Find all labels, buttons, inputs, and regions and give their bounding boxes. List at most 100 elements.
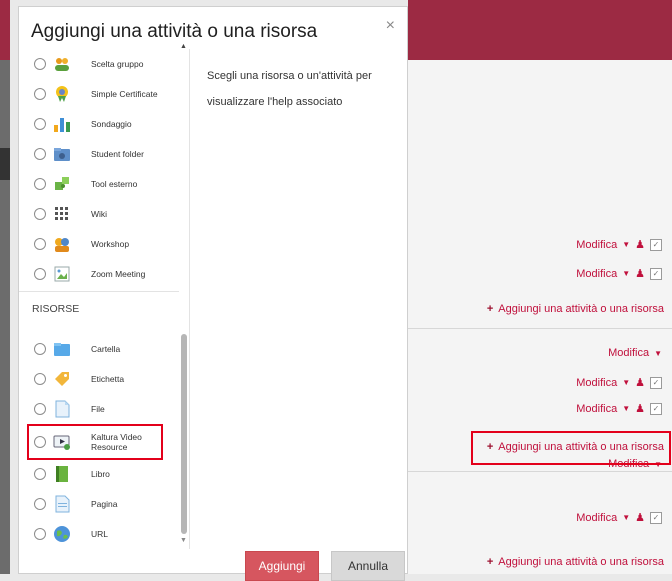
- activity-option[interactable]: Workshop: [19, 229, 179, 259]
- radio-button[interactable]: [34, 58, 46, 70]
- modal-title: Aggiungi una attività o una risorsa: [31, 21, 318, 42]
- caret-down-icon[interactable]: ▼: [622, 240, 630, 249]
- radio-button[interactable]: [34, 343, 46, 355]
- student-folder-icon: [54, 148, 70, 161]
- person-icon[interactable]: ♟: [635, 402, 645, 415]
- section-divider: [408, 328, 672, 329]
- plus-icon: +: [486, 303, 494, 315]
- radio-button[interactable]: [34, 238, 46, 250]
- radio-button[interactable]: [34, 373, 46, 385]
- activity-list: Scelta gruppo Simple Certificate Sondagg…: [19, 49, 189, 549]
- resource-option[interactable]: Cartella: [19, 334, 179, 364]
- person-icon[interactable]: ♟: [635, 511, 645, 524]
- add-activity-link[interactable]: + Aggiungi una attività o una risorsa: [487, 303, 664, 315]
- plus-icon: +: [486, 556, 494, 568]
- activity-label: Wiki: [91, 209, 108, 219]
- add-activity-label: Aggiungi una attività o una risorsa: [498, 303, 664, 315]
- activity-edit-row: Modifica ▼ ♟ ✓: [576, 267, 662, 280]
- page-icon: [55, 495, 70, 513]
- group-choice-icon: [55, 58, 69, 71]
- activity-option[interactable]: Zoom Meeting: [19, 259, 179, 289]
- modifica-menu[interactable]: Modifica: [576, 268, 617, 280]
- activity-edit-row: Modifica ▼ ♟ ✓: [576, 402, 662, 415]
- radio-button[interactable]: [34, 88, 46, 100]
- activity-option[interactable]: Sondaggio: [19, 109, 179, 139]
- section-heading-risorse: RISORSE: [32, 303, 80, 315]
- folder-icon: [54, 343, 70, 356]
- list-scrollbar[interactable]: ▲ ▼: [179, 43, 188, 544]
- caret-down-icon[interactable]: ▼: [622, 269, 630, 278]
- activity-label: Zoom Meeting: [91, 269, 146, 279]
- activity-option[interactable]: Scelta gruppo: [19, 49, 179, 79]
- help-text: Scegli una risorsa o un'attività per vis…: [207, 70, 372, 108]
- file-icon: [55, 400, 70, 418]
- activity-chooser-modal: Aggiungi una attività o una risorsa × Sc…: [18, 6, 408, 581]
- puzzle-icon: [55, 177, 69, 190]
- add-button[interactable]: Aggiungi: [245, 551, 319, 581]
- checkbox-icon[interactable]: ✓: [650, 402, 662, 415]
- activity-label: Sondaggio: [91, 119, 132, 129]
- radio-button[interactable]: [34, 528, 46, 540]
- checkbox-icon[interactable]: ✓: [650, 238, 662, 251]
- modifica-menu[interactable]: Modifica: [576, 239, 617, 251]
- checkbox-icon[interactable]: ✓: [650, 376, 662, 389]
- activity-option[interactable]: Tool esterno: [19, 169, 179, 199]
- scroll-down-arrow-icon[interactable]: ▼: [180, 537, 187, 544]
- radio-button[interactable]: [34, 118, 46, 130]
- resource-option[interactable]: File: [19, 394, 179, 424]
- radio-button[interactable]: [34, 268, 46, 280]
- caret-down-icon[interactable]: ▼: [622, 378, 630, 387]
- activity-label: Workshop: [91, 239, 130, 249]
- checkbox-icon[interactable]: ✓: [650, 511, 662, 524]
- section-edit-row: Modifica ▼: [608, 347, 662, 359]
- radio-button[interactable]: [34, 498, 46, 510]
- add-activity-label: Aggiungi una attività o una risorsa: [498, 556, 664, 568]
- course-section-panel: [408, 60, 672, 574]
- left-dark-block: [0, 148, 10, 180]
- workshop-icon: [55, 238, 69, 252]
- activity-label: Student folder: [91, 149, 144, 159]
- scroll-up-arrow-icon[interactable]: ▲: [180, 43, 187, 50]
- cancel-button[interactable]: Annulla: [331, 551, 405, 581]
- modifica-menu[interactable]: Modifica: [576, 512, 617, 524]
- resource-option[interactable]: Etichetta: [19, 364, 179, 394]
- caret-down-icon[interactable]: ▼: [622, 404, 630, 413]
- section-divider: [19, 291, 179, 292]
- resource-option[interactable]: Libro: [19, 459, 179, 489]
- broken-image-icon: [54, 266, 70, 282]
- radio-button[interactable]: [34, 148, 46, 160]
- resource-label: File: [91, 404, 105, 414]
- checkbox-icon[interactable]: ✓: [650, 267, 662, 280]
- resource-option[interactable]: Pagina: [19, 489, 179, 519]
- radio-button[interactable]: [34, 403, 46, 415]
- activity-option[interactable]: Wiki: [19, 199, 179, 229]
- activity-option[interactable]: Simple Certificate: [19, 79, 179, 109]
- close-icon[interactable]: ×: [386, 17, 395, 35]
- radio-button[interactable]: [34, 208, 46, 220]
- activity-label: Tool esterno: [91, 179, 138, 189]
- activity-edit-row: Modifica ▼ ♟ ✓: [576, 511, 662, 524]
- resource-label: Cartella: [91, 344, 121, 354]
- resource-label: Libro: [91, 469, 110, 479]
- resource-label: URL: [91, 529, 109, 539]
- modifica-menu[interactable]: Modifica: [576, 403, 617, 415]
- scroll-thumb[interactable]: [181, 334, 187, 534]
- modal-column-divider: [189, 49, 190, 549]
- activity-option[interactable]: Student folder: [19, 139, 179, 169]
- modifica-menu[interactable]: Modifica: [576, 377, 617, 389]
- radio-button[interactable]: [34, 468, 46, 480]
- course-header-bar: [408, 0, 672, 60]
- person-icon[interactable]: ♟: [635, 238, 645, 251]
- certificate-icon: [56, 86, 68, 102]
- section-divider: [408, 471, 672, 472]
- resource-label: Pagina: [91, 499, 118, 509]
- modifica-menu[interactable]: Modifica: [608, 347, 649, 359]
- resource-option[interactable]: URL: [19, 519, 179, 549]
- person-icon[interactable]: ♟: [635, 376, 645, 389]
- add-activity-highlight-box: [471, 431, 671, 465]
- caret-down-icon[interactable]: ▼: [622, 513, 630, 522]
- add-activity-link[interactable]: + Aggiungi una attività o una risorsa: [487, 556, 664, 568]
- radio-button[interactable]: [34, 178, 46, 190]
- caret-down-icon[interactable]: ▼: [654, 349, 662, 358]
- person-icon[interactable]: ♟: [635, 267, 645, 280]
